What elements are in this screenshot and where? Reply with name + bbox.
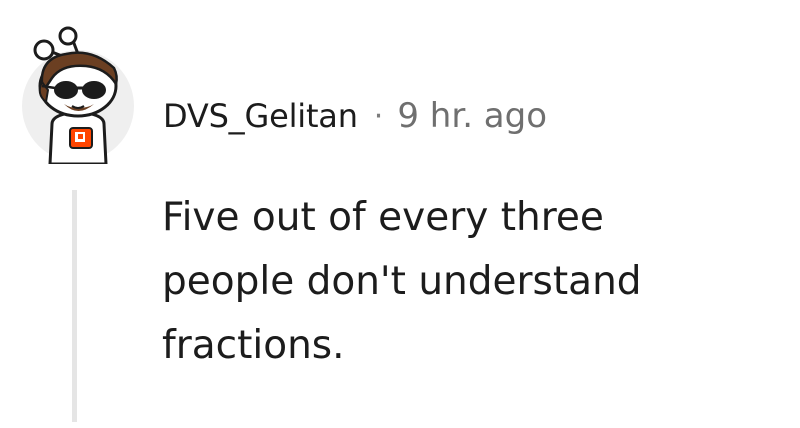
comment-header: DVS_Gelitan · 9 hr. ago: [163, 92, 547, 140]
comment: DVS_Gelitan · 9 hr. ago Five out of ever…: [0, 0, 800, 428]
meta-separator: ·: [373, 98, 384, 134]
timestamp[interactable]: 9 hr. ago: [397, 96, 547, 136]
thread-collapse-line[interactable]: [72, 190, 77, 422]
user-avatar-icon[interactable]: [22, 24, 134, 164]
comment-body-line: Five out of every three: [162, 195, 604, 240]
comment-body: Five out of every three people don't und…: [162, 186, 782, 378]
comment-body-line: people don't understand: [162, 259, 642, 304]
comment-body-line: fractions.: [162, 323, 345, 368]
username-link[interactable]: DVS_Gelitan: [163, 97, 358, 135]
